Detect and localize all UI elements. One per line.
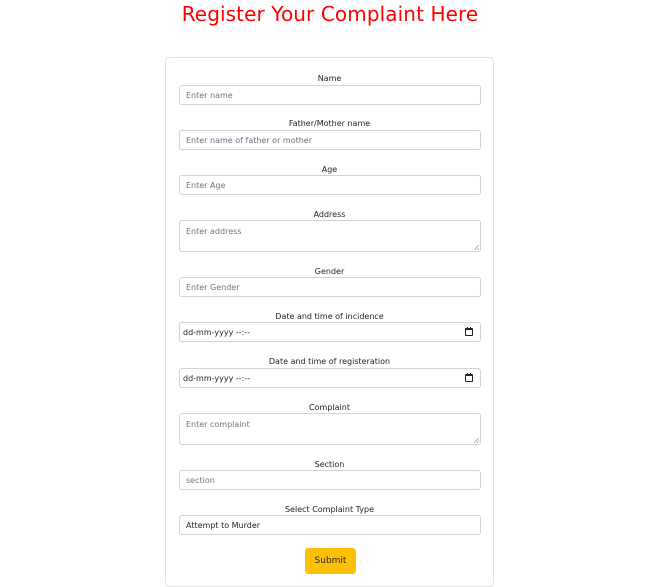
resize-grip-icon[interactable] xyxy=(474,438,479,443)
section-input[interactable]: section xyxy=(179,470,481,490)
parent-name-label: Father/Mother name xyxy=(288,119,371,128)
name-label: Name xyxy=(317,74,342,83)
age-label: Age xyxy=(321,165,338,174)
complaint-type-select[interactable]: Attempt to Murder xyxy=(179,515,481,535)
complaint-type-label: Select Complaint Type xyxy=(284,505,375,514)
complaint-form: Name Enter name Father/Mother name Enter… xyxy=(165,57,494,587)
gender-input[interactable]: Enter Gender xyxy=(179,277,481,297)
incidence-datetime-label: Date and time of incidence xyxy=(275,312,384,321)
complaint-label: Complaint xyxy=(309,403,350,412)
incidence-datetime-value: dd-mm-yyyy --:-- xyxy=(183,327,251,337)
gender-label: Gender xyxy=(314,267,345,276)
name-input[interactable]: Enter name xyxy=(179,85,481,105)
calendar-icon[interactable] xyxy=(465,327,473,336)
parent-name-input[interactable]: Enter name of father or mother xyxy=(179,130,481,150)
address-textarea[interactable]: Enter address xyxy=(179,220,481,252)
submit-button[interactable]: Submit xyxy=(305,548,356,574)
resize-grip-icon[interactable] xyxy=(474,245,479,250)
complaint-textarea[interactable]: Enter complaint xyxy=(179,413,481,445)
complaint-placeholder: Enter complaint xyxy=(186,420,250,429)
page-title: Register Your Complaint Here xyxy=(181,2,479,26)
registration-datetime-value: dd-mm-yyyy --:-- xyxy=(183,373,251,383)
calendar-icon[interactable] xyxy=(465,373,473,382)
address-placeholder: Enter address xyxy=(186,227,242,236)
registration-datetime-input[interactable]: dd-mm-yyyy --:-- xyxy=(179,368,481,388)
age-input[interactable]: Enter Age xyxy=(179,175,481,195)
section-label: Section xyxy=(314,460,345,469)
address-label: Address xyxy=(313,210,346,219)
incidence-datetime-input[interactable]: dd-mm-yyyy --:-- xyxy=(179,322,481,342)
registration-datetime-label: Date and time of registeration xyxy=(268,357,391,366)
